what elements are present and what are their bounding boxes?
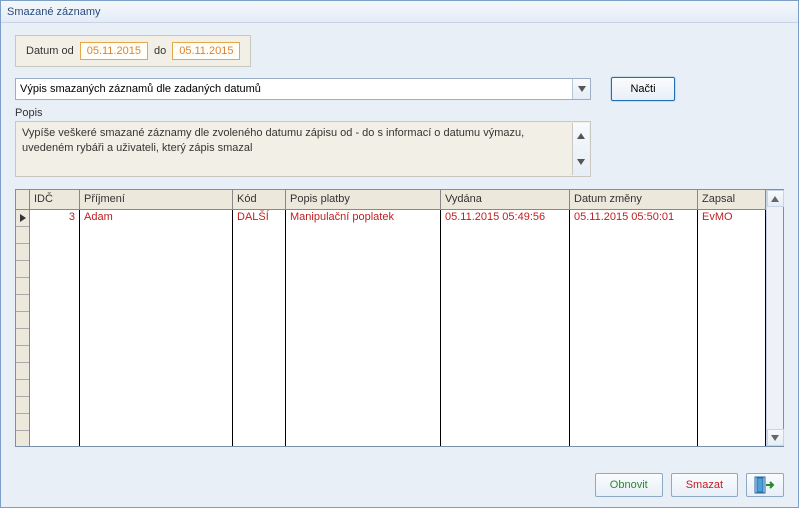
content-area: Datum od 05.11.2015 do 05.11.2015 Výpis … bbox=[1, 23, 798, 447]
column-header[interactable]: Zapsal bbox=[698, 190, 766, 209]
delete-button-label: Smazat bbox=[686, 479, 723, 491]
cell-popis: Manipulační poplatek bbox=[286, 210, 441, 227]
row-indicator-icon bbox=[16, 210, 29, 227]
load-button-label: Načti bbox=[630, 83, 655, 95]
chevron-down-icon[interactable] bbox=[573, 149, 589, 175]
date-from-label: Datum od bbox=[26, 45, 74, 57]
chevron-down-icon bbox=[572, 79, 590, 99]
grid-main: IDČ Příjmení Kód Popis platby Vydána Dat… bbox=[30, 190, 766, 446]
column-header[interactable]: Datum změny bbox=[570, 190, 698, 209]
description-spinner[interactable] bbox=[572, 123, 589, 175]
cell-kod: DALŠÍ bbox=[233, 210, 286, 227]
column-header[interactable]: Příjmení bbox=[80, 190, 233, 209]
scroll-up-icon[interactable] bbox=[767, 190, 784, 207]
column-header[interactable]: Popis platby bbox=[286, 190, 441, 209]
date-to-label: do bbox=[154, 45, 166, 57]
table-row[interactable]: 3 Adam DALŠÍ Manipulační poplatek 05.11.… bbox=[30, 210, 766, 227]
chevron-up-icon[interactable] bbox=[573, 123, 589, 149]
grid-scrollbar[interactable] bbox=[766, 190, 783, 446]
cell-prijmeni: Adam bbox=[80, 210, 233, 227]
column-header[interactable]: Kód bbox=[233, 190, 286, 209]
grid-body: 3 Adam DALŠÍ Manipulační poplatek 05.11.… bbox=[30, 210, 766, 446]
footer-buttons: Obnovit Smazat bbox=[595, 473, 784, 497]
window-title: Smazané záznamy bbox=[1, 1, 798, 23]
date-to-input[interactable]: 05.11.2015 bbox=[172, 42, 240, 60]
description-label: Popis bbox=[15, 107, 784, 119]
column-header[interactable]: Vydána bbox=[441, 190, 570, 209]
date-from-input[interactable]: 05.11.2015 bbox=[80, 42, 148, 60]
report-type-select[interactable]: Výpis smazaných záznamů dle zadaných dat… bbox=[15, 78, 591, 100]
refresh-button[interactable]: Obnovit bbox=[595, 473, 663, 497]
column-header[interactable]: IDČ bbox=[30, 190, 80, 209]
refresh-button-label: Obnovit bbox=[610, 479, 648, 491]
date-range-panel: Datum od 05.11.2015 do 05.11.2015 bbox=[15, 35, 251, 67]
report-type-value: Výpis smazaných záznamů dle zadaných dat… bbox=[20, 83, 261, 95]
data-grid[interactable]: IDČ Příjmení Kód Popis platby Vydána Dat… bbox=[15, 189, 784, 447]
cell-zapsal: EvMO bbox=[698, 210, 766, 227]
load-button[interactable]: Načti bbox=[611, 77, 675, 101]
exit-button[interactable] bbox=[746, 473, 784, 497]
cell-id: 3 bbox=[30, 210, 80, 227]
grid-row-selector-column bbox=[16, 190, 30, 446]
description-body: Vypíše veškeré smazané záznamy dle zvole… bbox=[22, 127, 524, 154]
description-text: Vypíše veškeré smazané záznamy dle zvole… bbox=[15, 121, 591, 177]
scroll-down-icon[interactable] bbox=[767, 429, 784, 446]
delete-button[interactable]: Smazat bbox=[671, 473, 738, 497]
exit-door-icon bbox=[754, 476, 776, 494]
window: Smazané záznamy Datum od 05.11.2015 do 0… bbox=[0, 0, 799, 508]
grid-header: IDČ Příjmení Kód Popis platby Vydána Dat… bbox=[30, 190, 766, 210]
cell-vydana: 05.11.2015 05:49:56 bbox=[441, 210, 570, 227]
cell-datum-zmeny: 05.11.2015 05:50:01 bbox=[570, 210, 698, 227]
